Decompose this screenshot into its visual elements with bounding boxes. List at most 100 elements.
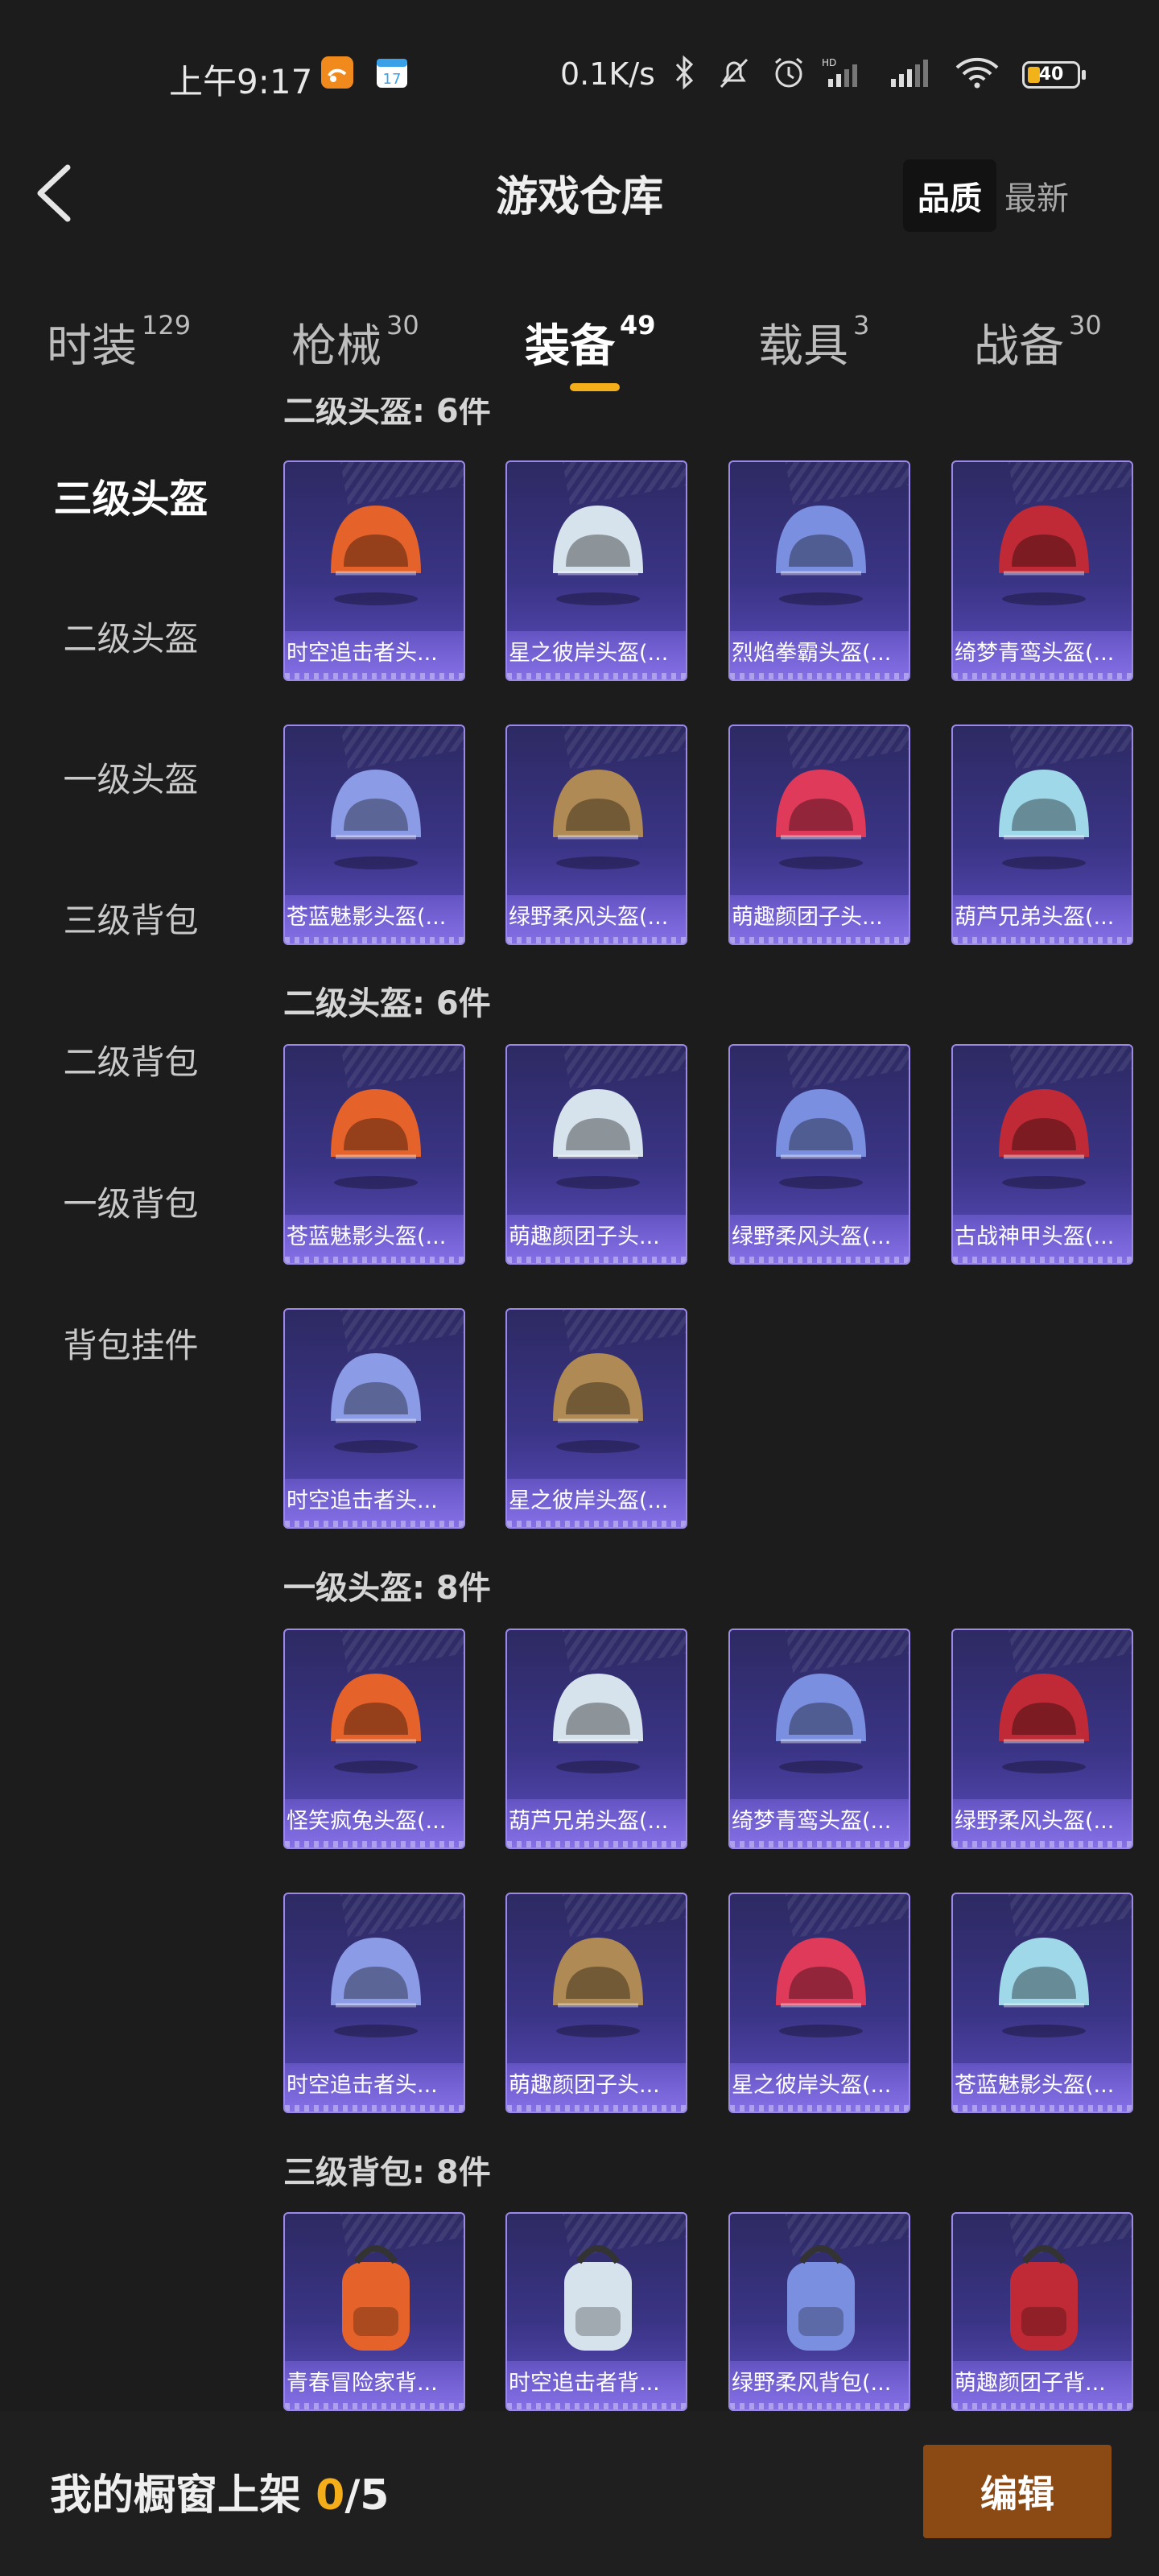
tab-label: 战备 [974, 320, 1064, 373]
item-name: 葫芦兄弟头盔(... [507, 1799, 686, 1847]
helmet-image [980, 1910, 1108, 2047]
item-card[interactable]: 萌趣颜团子头... [728, 724, 910, 945]
item-card[interactable]: 萌趣颜团子头... [505, 1893, 687, 2113]
helmet-image [534, 742, 662, 879]
item-name: 苍蓝魅影头盔(... [285, 1215, 464, 1263]
item-name: 苍蓝魅影头盔(... [285, 895, 464, 943]
item-name: 绮梦青鸾头盔(... [730, 1799, 909, 1847]
helmet-image [311, 1646, 440, 1783]
item-card[interactable]: 苍蓝魅影头盔(... [283, 724, 465, 945]
helmet-image [311, 478, 440, 615]
tab-guns[interactable]: 枪械 30 [291, 310, 419, 375]
tab-count: 30 [1069, 310, 1102, 341]
signal-icon [885, 55, 934, 90]
item-name: 青春冒险家背... [285, 2361, 464, 2409]
sidebar-item-helmet-1[interactable]: 一级头盔 [0, 753, 262, 802]
item-card[interactable]: 绮梦青鸾头盔(... [728, 1629, 910, 1849]
item-name: 绿野柔风头盔(... [507, 895, 686, 943]
helmet-image [980, 1646, 1108, 1783]
item-card[interactable]: 绿野柔风头盔(... [951, 1629, 1133, 1849]
item-name: 星之彼岸头盔(... [730, 2063, 909, 2112]
helmet-image [757, 1646, 885, 1783]
item-card[interactable]: 时空追击者头... [283, 460, 465, 681]
helmet-image [534, 1326, 662, 1463]
helmet-image [980, 742, 1108, 879]
item-card[interactable]: 怪笑疯兔头盔(... [283, 1629, 465, 1849]
showcase-label: 我的橱窗上架 [50, 2471, 302, 2520]
bluetooth-icon [670, 55, 699, 90]
item-name: 古战神甲头盔(... [953, 1215, 1132, 1263]
helmet-image [311, 1062, 440, 1199]
showcase-status: 我的橱窗上架 0/5 [50, 2461, 390, 2521]
tab-fashion[interactable]: 时装 129 [47, 310, 191, 375]
item-name: 绮梦青鸾头盔(... [953, 631, 1132, 679]
tab-equipment[interactable]: 装备 49 [525, 310, 656, 375]
item-card[interactable]: 星之彼岸头盔(... [505, 460, 687, 681]
item-name: 绿野柔风头盔(... [730, 1215, 909, 1263]
sort-newest-button[interactable]: 最新 [996, 159, 1077, 232]
sidebar-item-helmet-2[interactable]: 二级头盔 [0, 612, 262, 661]
tab-label: 装备 [525, 320, 615, 373]
item-card[interactable]: 葫芦兄弟头盔(... [951, 724, 1133, 945]
sidebar-item-bag-1[interactable]: 一级背包 [0, 1177, 262, 1226]
item-card[interactable]: 绮梦青鸾头盔(... [951, 460, 1133, 681]
sidebar-item-bag-2[interactable]: 二级背包 [0, 1035, 262, 1084]
tab-count: 30 [386, 310, 419, 341]
item-name: 星之彼岸头盔(... [507, 631, 686, 679]
wifi-icon [953, 55, 1001, 90]
section-header-helmet-2: 二级头盔: 6件 [283, 985, 491, 1022]
edit-button[interactable]: 编辑 [923, 2445, 1112, 2538]
helmet-image [534, 1646, 662, 1783]
item-card[interactable]: 萌趣颜团子头... [505, 1044, 687, 1265]
item-card[interactable]: 星之彼岸头盔(... [505, 1308, 687, 1529]
tab-count: 49 [620, 310, 656, 341]
item-card[interactable]: 萌趣颜团子背... [951, 2212, 1133, 2411]
showcase-current: 0 [316, 2471, 345, 2520]
item-card[interactable]: 苍蓝魅影头盔(... [283, 1044, 465, 1265]
bottom-bar: 我的橱窗上架 0/5 编辑 [0, 2411, 1159, 2576]
item-card[interactable]: 时空追击者背... [505, 2212, 687, 2411]
helmet-image [311, 1326, 440, 1463]
item-card[interactable]: 时空追击者头... [283, 1308, 465, 1529]
item-card[interactable]: 时空追击者头... [283, 1893, 465, 2113]
item-card[interactable]: 绿野柔风头盔(... [728, 1044, 910, 1265]
item-name: 绿野柔风背包(... [730, 2361, 909, 2409]
item-name: 时空追击者背... [507, 2361, 686, 2409]
item-name: 时空追击者头... [285, 631, 464, 679]
alarm-icon [769, 55, 808, 90]
item-card[interactable]: 绿野柔风头盔(... [505, 724, 687, 945]
helmet-image [534, 1062, 662, 1199]
item-card[interactable]: 古战神甲头盔(... [951, 1044, 1133, 1265]
backpack-image [311, 2230, 440, 2367]
status-time: 上午9:17 [169, 62, 313, 101]
sort-quality-button[interactable]: 品质 [903, 159, 996, 232]
item-card[interactable]: 烈焰拳霸头盔(... [728, 460, 910, 681]
item-card[interactable]: 葫芦兄弟头盔(... [505, 1629, 687, 1849]
helmet-image [980, 478, 1108, 615]
helmet-image [980, 1062, 1108, 1199]
section-header-helmet-1: 一级头盔: 8件 [283, 1570, 491, 1607]
sidebar-item-bag-3[interactable]: 三级背包 [0, 894, 262, 943]
svg-text:HD: HD [822, 57, 836, 68]
showcase-total: /5 [344, 2471, 390, 2520]
battery-icon: 40 [1022, 61, 1086, 89]
tab-label: 时装 [47, 320, 137, 373]
item-card[interactable]: 绿野柔风背包(... [728, 2212, 910, 2411]
helmet-image [311, 1910, 440, 2047]
tab-label: 载具 [758, 320, 848, 373]
item-name: 时空追击者头... [285, 2063, 464, 2112]
item-name: 葫芦兄弟头盔(... [953, 895, 1132, 943]
item-card[interactable]: 苍蓝魅影头盔(... [951, 1893, 1133, 2113]
mute-bell-icon [715, 55, 753, 90]
sidebar-item-bag-pendant[interactable]: 背包挂件 [0, 1319, 262, 1368]
item-name: 烈焰拳霸头盔(... [730, 631, 909, 679]
item-card[interactable]: 星之彼岸头盔(... [728, 1893, 910, 2113]
sidebar-item-helmet-3[interactable]: 三级头盔 [0, 467, 262, 523]
hd-signal-icon: HD [821, 55, 869, 90]
section-header-text: 二级头盔: 6件 [283, 398, 491, 430]
item-name: 萌趣颜团子头... [730, 895, 909, 943]
item-card[interactable]: 青春冒险家背... [283, 2212, 465, 2411]
tab-vehicles[interactable]: 载具 3 [758, 310, 869, 375]
tab-count: 3 [853, 310, 870, 341]
tab-supplies[interactable]: 战备 30 [974, 310, 1102, 375]
